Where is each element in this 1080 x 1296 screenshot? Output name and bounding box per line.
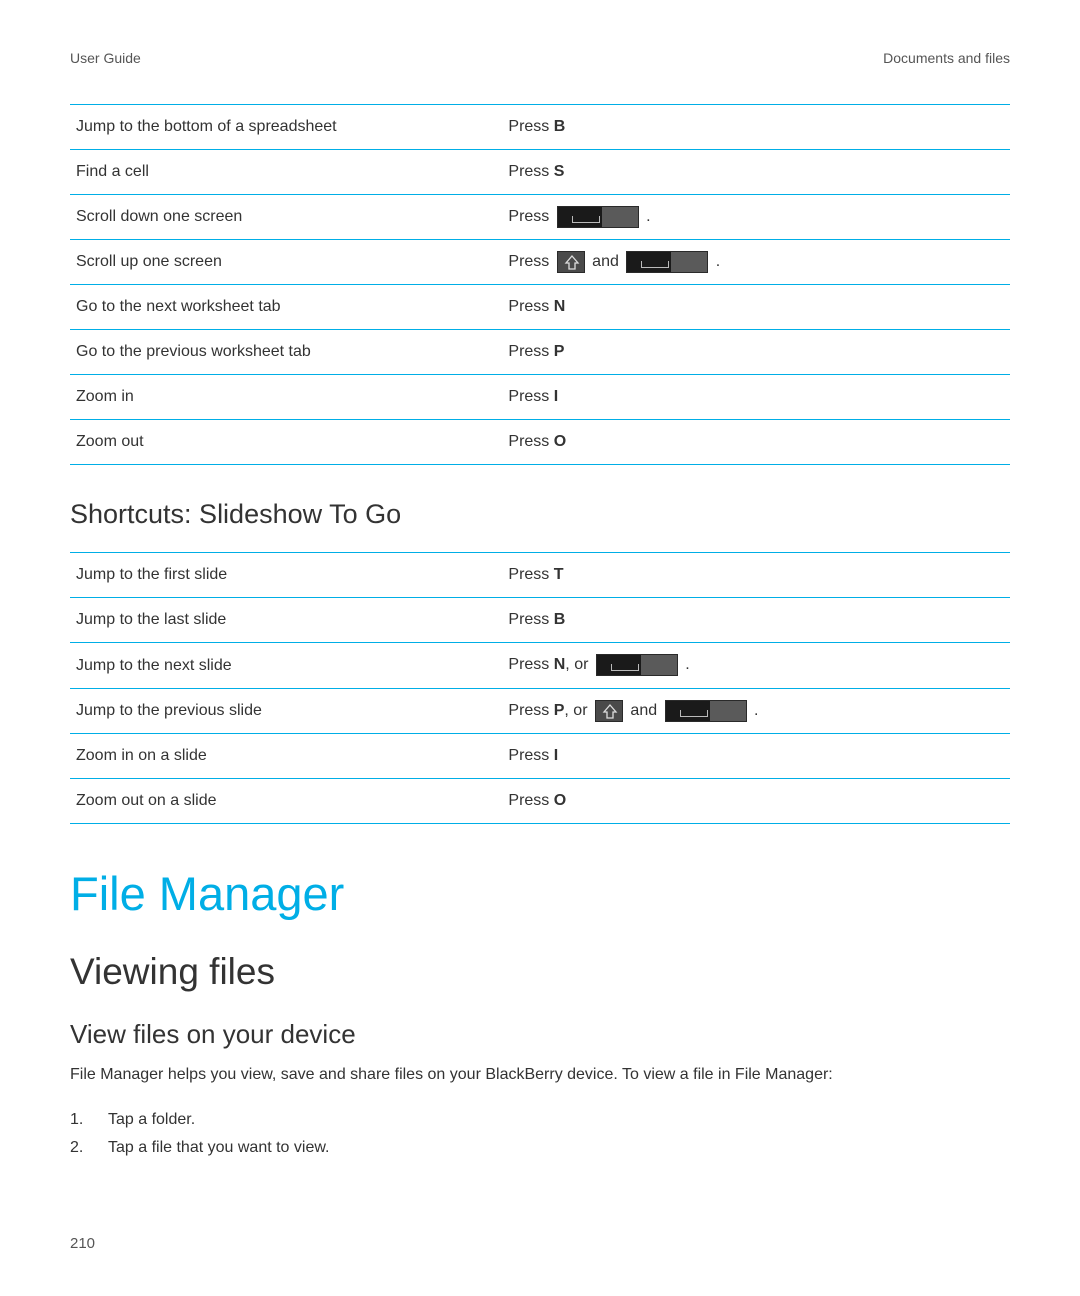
body-paragraph: File Manager helps you view, save and sh… (70, 1064, 1010, 1086)
header-left: User Guide (70, 50, 141, 66)
shortcut-key: Press B (502, 105, 1010, 150)
space-key-icon (557, 206, 639, 228)
running-header: User Guide Documents and files (70, 50, 1010, 66)
key-letter: B (554, 118, 566, 135)
key-prefix: Press (508, 702, 553, 719)
key-prefix: Press (508, 433, 553, 450)
shortcut-key: Press O (502, 778, 1010, 823)
shortcut-key: Press I (502, 375, 1010, 420)
shortcut-action: Go to the next worksheet tab (70, 285, 502, 330)
key-prefix: Press (508, 343, 553, 360)
shortcut-action: Zoom out (70, 420, 502, 465)
header-right: Documents and files (883, 50, 1010, 66)
table-row: Find a cellPress S (70, 150, 1010, 195)
shortcut-key: Press S (502, 150, 1010, 195)
table-row: Zoom in on a slidePress I (70, 733, 1010, 778)
key-letter: S (554, 163, 565, 180)
key-prefix: Press (508, 118, 553, 135)
key-prefix: Press (508, 208, 553, 225)
step-item: Tap a file that you want to view. (70, 1134, 1010, 1162)
space-key-icon (596, 654, 678, 676)
shortcut-key: Press P (502, 330, 1010, 375)
key-letter: T (554, 566, 564, 583)
shortcut-key: Press N (502, 285, 1010, 330)
shortcut-action: Go to the previous worksheet tab (70, 330, 502, 375)
table-row: Jump to the bottom of a spreadsheetPress… (70, 105, 1010, 150)
table-row: Go to the previous worksheet tabPress P (70, 330, 1010, 375)
key-letter: O (554, 433, 566, 450)
shift-key-icon (595, 700, 623, 722)
key-prefix: Press (508, 792, 553, 809)
steps-list: Tap a folder.Tap a file that you want to… (70, 1106, 1010, 1162)
key-letter: P (554, 702, 565, 719)
table-row: Zoom inPress I (70, 375, 1010, 420)
step-item: Tap a folder. (70, 1106, 1010, 1134)
shortcut-action: Jump to the last slide (70, 598, 502, 643)
subtopic-title: View files on your device (70, 1019, 1010, 1050)
shift-key-icon (557, 251, 585, 273)
key-mid: , or (565, 657, 593, 674)
key-prefix: Press (508, 388, 553, 405)
shortcut-action: Scroll up one screen (70, 240, 502, 285)
key-prefix: Press (508, 298, 553, 315)
key-suffix: . (642, 208, 651, 225)
shortcut-action: Find a cell (70, 150, 502, 195)
key-suffix: . (681, 657, 690, 674)
key-prefix: Press (508, 253, 553, 270)
key-letter: N (554, 298, 566, 315)
space-key-icon (626, 251, 708, 273)
key-prefix: Press (508, 657, 553, 674)
shortcut-action: Jump to the previous slide (70, 688, 502, 733)
shortcut-action: Zoom in on a slide (70, 733, 502, 778)
table-row: Go to the next worksheet tabPress N (70, 285, 1010, 330)
table-row: Jump to the previous slidePress P, or an… (70, 688, 1010, 733)
section-heading-slideshow: Shortcuts: Slideshow To Go (70, 499, 1010, 530)
shortcut-key: Press P, or and . (502, 688, 1010, 733)
shortcut-key: Press I (502, 733, 1010, 778)
key-prefix: Press (508, 611, 553, 628)
space-key-icon (665, 700, 747, 722)
shortcut-action: Zoom in (70, 375, 502, 420)
page-number: 210 (70, 1235, 95, 1252)
topic-title: Viewing files (70, 951, 1010, 993)
key-letter: I (554, 388, 558, 405)
key-prefix: Press (508, 163, 553, 180)
table-row: Zoom outPress O (70, 420, 1010, 465)
shortcut-key: Press and . (502, 240, 1010, 285)
shortcuts-table-slideshow: Jump to the first slidePress TJump to th… (70, 552, 1010, 823)
table-row: Zoom out on a slidePress O (70, 778, 1010, 823)
key-letter: O (554, 792, 566, 809)
key-prefix: Press (508, 747, 553, 764)
table-row: Jump to the first slidePress T (70, 553, 1010, 598)
shortcut-key: Press N, or . (502, 643, 1010, 688)
shortcut-action: Jump to the bottom of a spreadsheet (70, 105, 502, 150)
key-prefix: Press (508, 566, 553, 583)
key-letter: I (554, 747, 558, 764)
shortcut-action: Jump to the next slide (70, 643, 502, 688)
table-row: Scroll down one screenPress . (70, 195, 1010, 240)
key-mid: , or (564, 702, 592, 719)
table-row: Scroll up one screenPress and . (70, 240, 1010, 285)
shortcut-key: Press B (502, 598, 1010, 643)
chapter-title: File Manager (70, 866, 1010, 921)
table-row: Jump to the next slidePress N, or . (70, 643, 1010, 688)
shortcut-key: Press T (502, 553, 1010, 598)
key-suffix: . (750, 702, 759, 719)
shortcut-action: Scroll down one screen (70, 195, 502, 240)
shortcuts-table-spreadsheet: Jump to the bottom of a spreadsheetPress… (70, 104, 1010, 465)
shortcut-action: Jump to the first slide (70, 553, 502, 598)
connector-and: and (588, 253, 624, 270)
key-suffix: . (711, 253, 720, 270)
shortcut-key: Press . (502, 195, 1010, 240)
key-letter: P (554, 343, 565, 360)
shortcut-action: Zoom out on a slide (70, 778, 502, 823)
table-row: Jump to the last slidePress B (70, 598, 1010, 643)
key-letter: B (554, 611, 566, 628)
shortcut-key: Press O (502, 420, 1010, 465)
connector-and: and (626, 702, 662, 719)
key-letter: N (554, 657, 566, 674)
